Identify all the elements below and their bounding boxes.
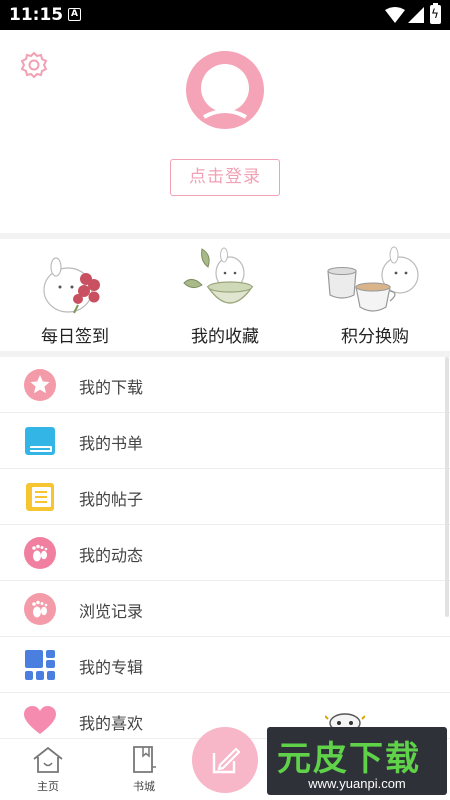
menu-label: 我的书单 [79, 434, 144, 453]
menu-item-booklist[interactable]: 我的书单 [0, 413, 450, 469]
bunny-bowl-art [183, 247, 254, 304]
menu-label: 浏览记录 [79, 602, 144, 621]
menu-item-downloads[interactable]: 我的下载 [0, 357, 450, 413]
points-exchange-button[interactable]: 积分换购 [300, 239, 450, 351]
menu-item-activity[interactable]: 我的动态 [0, 525, 450, 581]
avatar[interactable] [186, 51, 264, 129]
menu-label: 我的帖子 [79, 490, 144, 509]
menu-label: 我的专辑 [79, 658, 144, 677]
watermark-logo: 元皮下载 www.yuanpi.com [267, 727, 447, 795]
footprint-icon [24, 537, 56, 569]
menu-item-albums[interactable]: 我的专辑 [0, 637, 450, 693]
nav-label: 书城 [133, 780, 155, 793]
heart-icon [24, 706, 56, 734]
bunny-teacup-art [327, 246, 419, 312]
status-bar: 11:15 A ϟ [0, 0, 450, 30]
my-favorites-button[interactable]: 我的收藏 [150, 239, 300, 351]
menu-label: 我的下载 [79, 378, 144, 397]
menu-item-history[interactable]: 浏览记录 [0, 581, 450, 637]
watermark-url: www.yuanpi.com [308, 776, 406, 791]
wifi-icon [385, 7, 405, 23]
menu-label: 我的喜欢 [79, 714, 144, 733]
note-icon [26, 483, 54, 511]
quick-label: 积分换购 [341, 327, 409, 347]
notification-a-icon: A [68, 8, 81, 21]
home-icon [33, 746, 63, 773]
quick-label: 每日签到 [41, 327, 109, 347]
bunny-flower-art [43, 257, 100, 314]
book-icon [133, 746, 156, 773]
grid-icon [25, 650, 55, 680]
star-icon [24, 369, 56, 401]
edit-icon [212, 747, 241, 774]
battery-icon: ϟ [430, 3, 441, 24]
quick-label: 我的收藏 [191, 327, 259, 347]
status-time: 11:15 [9, 5, 64, 25]
footprint-icon [24, 593, 56, 625]
menu-item-posts[interactable]: 我的帖子 [0, 469, 450, 525]
nav-label: 主页 [37, 780, 59, 793]
watermark-brand: 元皮下载 [277, 739, 421, 779]
menu-list: 我的下载 我的书单 我的帖子 我的动态 浏览记录 我的专辑 我的喜欢 [0, 357, 450, 749]
login-button[interactable]: 点击登录 [170, 159, 280, 196]
nav-bookstore[interactable]: 书城 [114, 745, 174, 794]
signal-icon [408, 7, 424, 23]
nav-home[interactable]: 主页 [18, 745, 78, 794]
profile-header: 点击登录 [0, 30, 450, 233]
compose-button[interactable] [192, 727, 258, 793]
quick-actions: 每日签到 我的收藏 积分换购 [0, 239, 450, 351]
menu-label: 我的动态 [79, 546, 144, 565]
scrollbar[interactable] [445, 357, 449, 617]
daily-checkin-button[interactable]: 每日签到 [0, 239, 150, 351]
book-icon [25, 427, 55, 455]
gear-icon[interactable] [19, 50, 49, 80]
